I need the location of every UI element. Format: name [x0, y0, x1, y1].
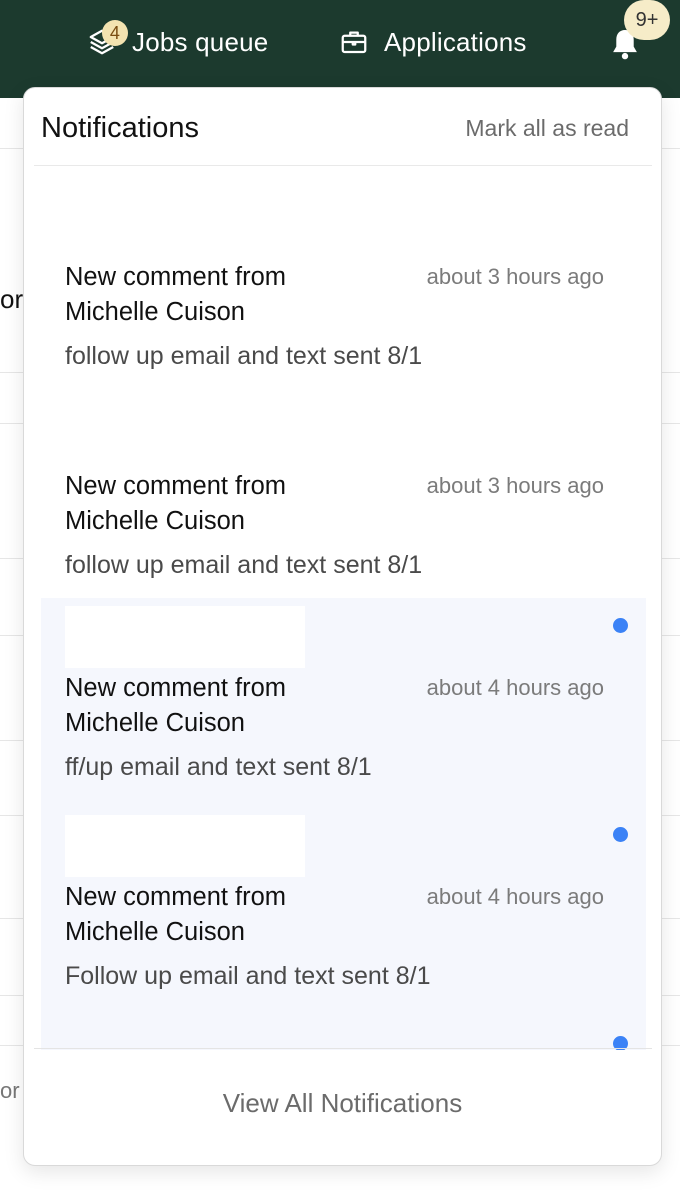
mark-all-read-button[interactable]: Mark all as read: [465, 115, 629, 142]
notification-item-unread[interactable]: New comment from Michelle Cuison about 4…: [41, 807, 646, 1016]
notifications-list[interactable]: New comment from Michelle Cuison about 3…: [41, 166, 646, 1050]
briefcase-icon: [338, 26, 370, 58]
notification-body: follow up email and text sent 8/1: [65, 551, 423, 579]
notifications-title: Notifications: [41, 112, 199, 144]
background-partial-text: or: [0, 1078, 20, 1103]
nav-applications-label: Applications: [384, 26, 527, 57]
notification-body: Follow up email and text sent 8/1: [65, 962, 431, 990]
notification-body: follow up email and text sent 8/1: [65, 342, 423, 370]
view-all-notifications-link[interactable]: View All Notifications: [24, 1088, 661, 1119]
notification-body: ff/up email and text sent 8/1: [65, 753, 372, 781]
notification-item-unread[interactable]: New comment from Michelle Cuison about 4…: [41, 598, 646, 807]
nav-applications[interactable]: Applications: [338, 22, 527, 62]
notification-item-unread[interactable]: [41, 1016, 646, 1050]
notification-avatar-placeholder: [65, 815, 305, 877]
notifications-dropdown: Notifications Mark all as read New comme…: [23, 87, 662, 1166]
notification-time: about 4 hours ago: [426, 884, 604, 909]
top-nav-bar: 4 Jobs queue Applications 9+: [0, 0, 680, 98]
notification-item[interactable]: New comment from Michelle Cuison about 3…: [41, 254, 646, 444]
notification-heading: New comment from Michelle Cuison: [65, 674, 287, 737]
bell-icon: [606, 29, 644, 68]
unread-indicator-dot: [613, 618, 628, 633]
notification-time: about 3 hours ago: [426, 473, 604, 498]
notification-heading: New comment from Michelle Cuison: [65, 263, 287, 326]
nav-jobs-label: Jobs queue: [132, 26, 269, 57]
jobs-count-badge: 4: [102, 20, 128, 46]
nav-jobs-queue[interactable]: 4 Jobs queue: [86, 20, 269, 62]
footer-divider: [34, 1048, 652, 1049]
notification-time: about 4 hours ago: [426, 675, 604, 700]
notifications-header: Notifications Mark all as read: [24, 88, 661, 166]
notification-heading: New comment from Michelle Cuison: [65, 472, 287, 535]
background-partial-text: or: [0, 284, 24, 314]
layers-icon: 4: [86, 20, 128, 58]
notifications-count-badge: 9+: [624, 0, 670, 40]
unread-indicator-dot: [613, 827, 628, 842]
notification-avatar-placeholder: [65, 606, 305, 668]
notification-heading: New comment from Michelle Cuison: [65, 883, 287, 946]
notification-time: about 3 hours ago: [426, 264, 604, 289]
